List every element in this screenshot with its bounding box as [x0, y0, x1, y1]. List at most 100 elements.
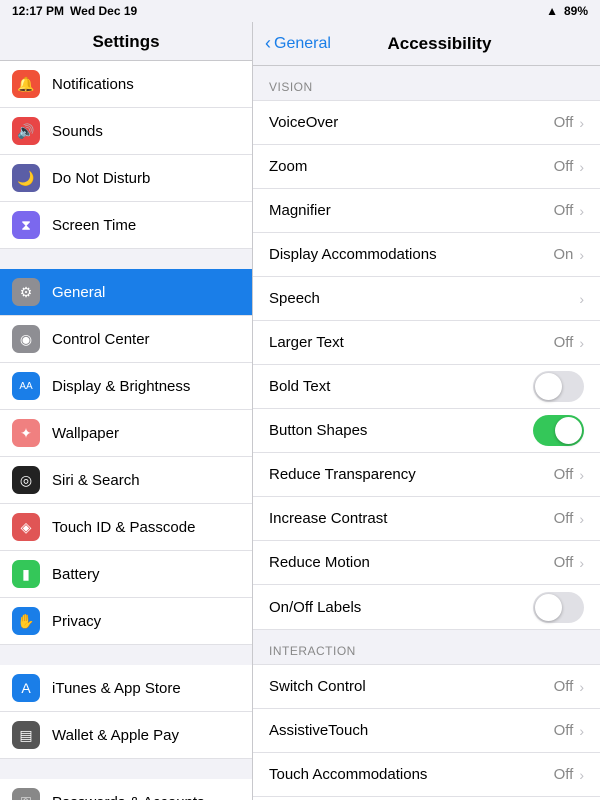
- row-value: Off: [554, 202, 574, 219]
- toggle-on/off-labels[interactable]: [533, 592, 584, 623]
- wallpaper-icon: ✦: [12, 419, 40, 447]
- section-group-0: VoiceOverOff›ZoomOff›MagnifierOff›Displa…: [253, 100, 600, 630]
- section-header-0: VISION: [253, 66, 600, 100]
- toggle-knob: [535, 594, 562, 621]
- detail-row-1-2[interactable]: Touch AccommodationsOff›: [253, 753, 600, 797]
- row-chevron-icon: ›: [579, 159, 584, 175]
- row-value: Off: [554, 510, 574, 527]
- sidebar-item-privacy[interactable]: ✋Privacy: [0, 598, 252, 645]
- sidebar-group3: AiTunes & App Store▤Wallet & Apple Pay: [0, 665, 252, 759]
- row-chevron-icon: ›: [579, 723, 584, 739]
- privacy-icon: ✋: [12, 607, 40, 635]
- detail-row-0-1[interactable]: ZoomOff›: [253, 145, 600, 189]
- row-value: Off: [554, 766, 574, 783]
- detail-row-0-10[interactable]: Reduce MotionOff›: [253, 541, 600, 585]
- toggle-bold-text[interactable]: [533, 371, 584, 402]
- detail-row-1-0[interactable]: Switch ControlOff›: [253, 665, 600, 709]
- sidebar-item-passwords[interactable]: ⚿Passwords & Accounts: [0, 779, 252, 800]
- general-icon: ⚙: [12, 278, 40, 306]
- row-chevron-icon: ›: [579, 467, 584, 483]
- sidebar-item-wallpaper[interactable]: ✦ Wallpaper: [0, 410, 252, 457]
- sidebar-label-wallet: Wallet & Apple Pay: [52, 727, 179, 744]
- status-bar: 12:17 PM Wed Dec 19 ▲ 89%: [0, 0, 600, 22]
- itunes-icon: A: [12, 674, 40, 702]
- sidebar-label-notifications: Notifications: [52, 76, 134, 93]
- sidebar-group1: 🔔Notifications🔊Sounds 🌙 Do Not Disturb ⧗ Scr…: [0, 61, 252, 249]
- row-chevron-icon: ›: [579, 679, 584, 695]
- row-value: On: [553, 246, 573, 263]
- sidebar-item-do-not-disturb[interactable]: 🌙 Do Not Disturb: [0, 155, 252, 202]
- sidebar-item-siri-search[interactable]: ◎ Siri & Search: [0, 457, 252, 504]
- detail-row-0-9[interactable]: Increase ContrastOff ›: [253, 497, 600, 541]
- sidebar-label-itunes: iTunes & App Store: [52, 680, 181, 697]
- gap3: [0, 759, 252, 779]
- siri-search-icon: ◎: [12, 466, 40, 494]
- sidebar-label-general: General: [52, 284, 105, 301]
- row-label: Reduce Transparency: [269, 455, 554, 494]
- sidebar-label-wallpaper: Wallpaper: [52, 425, 119, 442]
- detail-title: Accessibility: [331, 34, 548, 54]
- touch-id-icon: ◈: [12, 513, 40, 541]
- main-layout: Settings 🔔Notifications🔊Sounds 🌙 Do Not Di…: [0, 22, 600, 800]
- detail-row-0-7[interactable]: Button Shapes: [253, 409, 600, 453]
- detail-header: ‹ General Accessibility: [253, 22, 600, 66]
- detail-row-0-0[interactable]: VoiceOverOff›: [253, 101, 600, 145]
- back-button[interactable]: ‹ General: [265, 33, 331, 54]
- section-group-1: Switch ControlOff›AssistiveTouchOff›Touc…: [253, 664, 600, 800]
- sidebar-item-notifications[interactable]: 🔔Notifications: [0, 61, 252, 108]
- row-chevron-icon: ›: [579, 203, 584, 219]
- row-value: Off: [554, 334, 574, 351]
- back-chevron-icon: ‹: [265, 33, 271, 54]
- row-value: Off: [554, 466, 574, 483]
- row-chevron-icon: ›: [579, 115, 584, 131]
- sidebar-label-touch-id: Touch ID & Passcode: [52, 519, 195, 536]
- detail-row-0-11[interactable]: On/Off Labels: [253, 585, 600, 629]
- detail-row-0-6[interactable]: Bold Text: [253, 365, 600, 409]
- sidebar-label-screen-time: Screen Time: [52, 217, 136, 234]
- screen-time-icon: ⧗: [12, 211, 40, 239]
- row-label: Increase Contrast: [269, 499, 554, 538]
- sidebar-label-battery: Battery: [52, 566, 100, 583]
- battery-icon: ▮: [12, 560, 40, 588]
- detail-row-1-1[interactable]: AssistiveTouchOff›: [253, 709, 600, 753]
- sidebar-item-display-brightness[interactable]: AADisplay & Brightness: [0, 363, 252, 410]
- detail-row-0-3[interactable]: Display AccommodationsOn›: [253, 233, 600, 277]
- sidebar-item-itunes[interactable]: AiTunes & App Store: [0, 665, 252, 712]
- row-chevron-icon: ›: [579, 767, 584, 783]
- row-label: Switch Control: [269, 667, 554, 706]
- sidebar-label-siri-search: Siri & Search: [52, 472, 140, 489]
- sidebar: Settings 🔔Notifications🔊Sounds 🌙 Do Not Di…: [0, 22, 253, 800]
- row-label: Bold Text: [269, 367, 533, 406]
- display-brightness-icon: AA: [12, 372, 40, 400]
- detail-row-0-2[interactable]: MagnifierOff›: [253, 189, 600, 233]
- row-value: Off: [554, 158, 574, 175]
- status-time: 12:17 PM: [12, 4, 64, 18]
- row-chevron-icon: ›: [579, 511, 584, 527]
- sidebar-item-battery[interactable]: ▮ Battery: [0, 551, 252, 598]
- sidebar-title: Settings: [0, 22, 252, 61]
- toggle-button-shapes[interactable]: [533, 415, 584, 446]
- detail-row-0-8[interactable]: Reduce TransparencyOff ›: [253, 453, 600, 497]
- detail-row-0-4[interactable]: Speech›: [253, 277, 600, 321]
- sidebar-item-general[interactable]: ⚙ General: [0, 269, 252, 316]
- row-chevron-icon: ›: [579, 335, 584, 351]
- sidebar-label-do-not-disturb: Do Not Disturb: [52, 170, 150, 187]
- sidebar-item-control-center[interactable]: ◉Control Center: [0, 316, 252, 363]
- sidebar-item-screen-time[interactable]: ⧗ Screen Time: [0, 202, 252, 249]
- sidebar-item-touch-id[interactable]: ◈ Touch ID & Passcode: [0, 504, 252, 551]
- sidebar-group2: ⚙ General ◉Control CenterAADisplay & Brigh…: [0, 269, 252, 645]
- row-chevron-icon: ›: [579, 555, 584, 571]
- row-label: Speech: [269, 279, 579, 318]
- row-label: Reduce Motion: [269, 543, 554, 582]
- row-label: AssistiveTouch: [269, 711, 554, 750]
- wifi-icon: ▲: [546, 4, 558, 18]
- row-label: On/Off Labels: [269, 588, 533, 627]
- row-label: VoiceOver: [269, 103, 554, 142]
- sidebar-item-sounds[interactable]: 🔊Sounds: [0, 108, 252, 155]
- status-left: 12:17 PM Wed Dec 19: [12, 4, 137, 18]
- detail-row-0-5[interactable]: Larger TextOff›: [253, 321, 600, 365]
- sidebar-item-wallet[interactable]: ▤Wallet & Apple Pay: [0, 712, 252, 759]
- sidebar-label-sounds: Sounds: [52, 123, 103, 140]
- row-label: Display Accommodations: [269, 235, 553, 274]
- do-not-disturb-icon: 🌙: [12, 164, 40, 192]
